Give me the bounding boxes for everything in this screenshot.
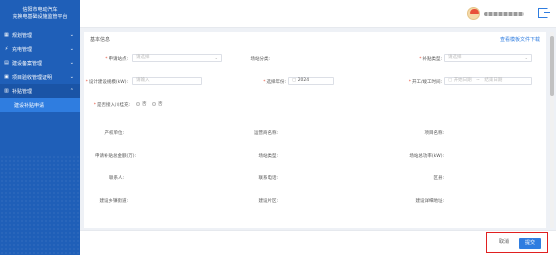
required-mark: * (93, 103, 96, 108)
sidebar-item-label: 充电管理 (12, 46, 33, 53)
chevron-up-icon: ⌃ (69, 88, 74, 94)
district-label: 建设片区: (258, 199, 278, 204)
section-title: 基本信息 (90, 37, 111, 43)
required-mark: * (85, 80, 88, 85)
sidebar-item-plan[interactable]: ▦ 规划管理 ⌄ (0, 28, 80, 42)
station-type-label: 场站类型: (258, 154, 278, 159)
charge-icon: ⚡ (4, 46, 9, 52)
chevron-down-icon: ⌄ (69, 60, 74, 66)
chevron-down-icon: ⌄ (214, 55, 218, 60)
sidebar-item-acceptance[interactable]: ▣ 项目验收管理证明 ⌄ (0, 70, 80, 84)
template-download-link[interactable]: 查看模板文件下载 (500, 36, 540, 43)
site-type-label: 场站分类: (250, 57, 270, 62)
cancel-button[interactable]: 取消 (493, 238, 515, 249)
radio-option-1[interactable] (136, 101, 140, 106)
date-range-picker[interactable]: ▢ 开始日期 ~ 结束日期 (444, 77, 532, 85)
scrollbar[interactable] (550, 32, 554, 228)
subsidy-total-label: 申请补贴总金额(万): (94, 154, 136, 159)
contact-label: 联系人: (108, 176, 124, 181)
sidebar-item-filing[interactable]: ▤ 建设备案管理 ⌄ (0, 56, 80, 70)
sidebar-item-label: 补贴管理 (12, 88, 33, 95)
subsidy-icon: ▥ (4, 88, 9, 94)
radio-option-2[interactable] (151, 101, 156, 106)
sidebar: 信阳市电动汽车 充换电基础设施监管平台 ▦ 规划管理 ⌄ ⚡ 充电管理 ⌄ ▤ … (0, 0, 80, 255)
brand: 信阳市电动汽车 充换电基础设施监管平台 (0, 0, 80, 28)
form-card: 基本信息 查看模板文件下载 *申请站点: 请选择 ⌄ 场站分类: *补贴类型: … (84, 32, 546, 228)
footer-bar: 取消 提交 (80, 230, 556, 255)
required-mark: * (408, 80, 411, 85)
user-menu[interactable] (467, 7, 524, 20)
sidebar-subitem-label: 建设补贴申请 (14, 102, 45, 109)
chevron-down-icon: ⌄ (69, 46, 74, 52)
project-name-label: 项目名称: (424, 131, 444, 136)
logout-icon[interactable] (538, 8, 550, 18)
subsidy-type-label: *补贴类型: (419, 57, 442, 62)
avatar (467, 7, 480, 20)
sidebar-subitem-subsidy-apply[interactable]: 建设补贴申请 (0, 98, 80, 112)
submit-button[interactable]: 提交 (519, 238, 541, 249)
operator-label: 运营商名称: (253, 131, 278, 136)
date-range-label: *开工/竣工时间: (408, 80, 442, 85)
plan-icon: ▦ (4, 32, 9, 38)
sidebar-item-label: 规划管理 (12, 32, 33, 39)
sidebar-item-charge[interactable]: ⚡ 充电管理 ⌄ (0, 42, 80, 56)
apply-site-select[interactable]: 请选择 ⌄ (132, 54, 222, 62)
chevron-down-icon: ⌄ (69, 32, 74, 38)
wall-access-radio-group: 否 否 (132, 101, 162, 107)
scrollbar-thumb[interactable] (550, 36, 554, 96)
highlighted-actions: 取消 提交 (486, 232, 548, 253)
design-power-label: *设计建设规模(kW): (85, 80, 128, 85)
sidebar-item-label: 建设备案管理 (12, 60, 43, 67)
sidebar-item-label: 项目验收管理证明 (12, 74, 53, 81)
year-label: *选择年份: (263, 80, 286, 85)
wall-access-label: *是否接入川桂充: (93, 103, 130, 108)
chevron-down-icon: ⌄ (69, 74, 74, 80)
apply-site-label: *申请站点: (105, 57, 128, 62)
address-label: 建设详细地址: (415, 199, 444, 204)
filing-icon: ▤ (4, 60, 9, 66)
brand-line-2: 充换电基础设施监管平台 (12, 14, 68, 20)
street-label: 建设乡镇街道: (99, 199, 128, 204)
chevron-down-icon: ⌄ (524, 55, 528, 60)
county-label: 区县: (433, 176, 444, 181)
brand-line-1: 信阳市电动汽车 (22, 7, 58, 13)
user-name-redacted (484, 11, 524, 16)
phone-label: 联系电话: (258, 176, 278, 181)
sidebar-decoration (0, 155, 80, 255)
acceptance-icon: ▣ (4, 74, 9, 80)
topbar (80, 0, 556, 28)
subsidy-type-select[interactable]: 请选择 ⌄ (444, 54, 532, 62)
sidebar-item-subsidy[interactable]: ▥ 补贴管理 ⌃ (0, 84, 80, 98)
design-power-input[interactable]: 请输入 (132, 77, 202, 85)
year-picker[interactable]: ▢ 2024 (288, 77, 334, 85)
station-power-label: 场站总功率(kW): (409, 154, 444, 159)
owner-label: 产权单位: (104, 131, 124, 136)
